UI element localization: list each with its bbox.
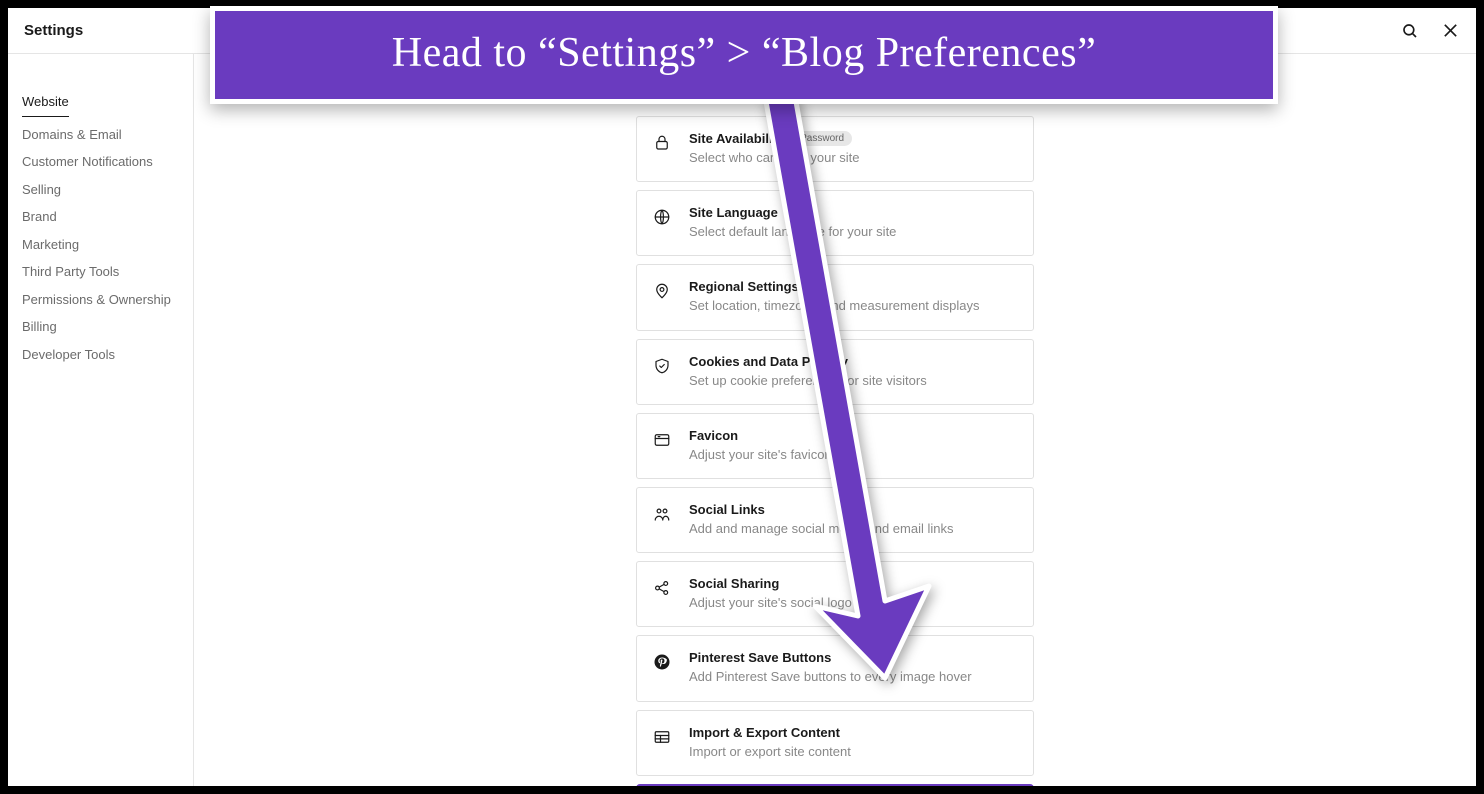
card-title-text: Cookies and Data Privacy (689, 354, 848, 369)
status-badge: Password (792, 131, 852, 146)
card-description: Adjust your site's social logo (689, 594, 1017, 612)
page-title: Settings (24, 22, 83, 39)
sidebar: Website Domains & Email Customer Notific… (8, 54, 194, 786)
search-icon[interactable] (1400, 21, 1420, 41)
card-title-text: Site Language (689, 205, 778, 220)
card-title-text: Regional Settings (689, 279, 799, 294)
card-title: Regional Settings (689, 279, 1017, 294)
table-icon (651, 726, 673, 748)
settings-card-regional-settings[interactable]: Regional Settings Set location, timezone,… (636, 264, 1034, 330)
card-title-text: Favicon (689, 428, 738, 443)
card-title-text: Social Links (689, 502, 765, 517)
favicon-icon (651, 429, 673, 451)
settings-card-site-language[interactable]: Site Language Select default language for… (636, 190, 1034, 256)
settings-card-favicon[interactable]: Favicon Adjust your site's favicon (636, 413, 1034, 479)
card-title: Site Language (689, 205, 1017, 220)
sidebar-item-website[interactable]: Website (22, 88, 69, 117)
card-title: Favicon (689, 428, 1017, 443)
card-description: Select who can view your site (689, 149, 1017, 167)
settings-card-blog-preferences[interactable]: Blog PreferencesManage tags, RSS, and ot… (636, 784, 1034, 786)
card-description: Add and manage social media and email li… (689, 520, 1017, 538)
sidebar-item-domains[interactable]: Domains & Email (22, 121, 193, 149)
card-title-text: Site Availability (689, 131, 784, 146)
card-title-text: Import & Export Content (689, 725, 840, 740)
social-icon (651, 503, 673, 525)
sidebar-item-marketing[interactable]: Marketing (22, 231, 193, 259)
sidebar-item-selling[interactable]: Selling (22, 176, 193, 204)
annotation-callout: Head to “Settings” > “Blog Preferences” (210, 6, 1278, 104)
pin-icon (651, 280, 673, 302)
card-title: Social Links (689, 502, 1017, 517)
main-content: Site Availability Password Select who can … (194, 54, 1476, 786)
sidebar-item-thirdparty[interactable]: Third Party Tools (22, 258, 193, 286)
card-description: Set location, timezone, and measurement … (689, 297, 1017, 315)
sidebar-item-notifications[interactable]: Customer Notifications (22, 148, 193, 176)
card-title: Cookies and Data Privacy (689, 354, 1017, 369)
settings-card-social-links[interactable]: Social Links Add and manage social media … (636, 487, 1034, 553)
shield-icon (651, 355, 673, 377)
sidebar-item-developer[interactable]: Developer Tools (22, 341, 193, 369)
lock-icon (651, 132, 673, 154)
card-title: Pinterest Save Buttons (689, 650, 1017, 665)
pinterest-icon (651, 651, 673, 673)
card-description: Select default language for your site (689, 223, 1017, 241)
globe-icon (651, 206, 673, 228)
card-description: Add Pinterest Save buttons to every imag… (689, 668, 1017, 686)
share-icon (651, 577, 673, 599)
sidebar-item-brand[interactable]: Brand (22, 203, 193, 231)
settings-card-site-availability[interactable]: Site Availability Password Select who can … (636, 116, 1034, 182)
card-description: Set up cookie preferences for site visit… (689, 372, 1017, 390)
settings-card-social-sharing[interactable]: Social Sharing Adjust your site's social … (636, 561, 1034, 627)
settings-card-import-export-content[interactable]: Import & Export Content Import or export … (636, 710, 1034, 776)
sidebar-item-permissions[interactable]: Permissions & Ownership (22, 286, 193, 314)
card-description: Import or export site content (689, 743, 1017, 761)
card-title: Import & Export Content (689, 725, 1017, 740)
settings-card-cookies-and-data-privacy[interactable]: Cookies and Data Privacy Set up cookie pr… (636, 339, 1034, 405)
card-title: Social Sharing (689, 576, 1017, 591)
card-description: Adjust your site's favicon (689, 446, 1017, 464)
settings-card-pinterest-save-buttons[interactable]: Pinterest Save Buttons Add Pinterest Save… (636, 635, 1034, 701)
close-icon[interactable] (1440, 21, 1460, 41)
card-title-text: Social Sharing (689, 576, 779, 591)
card-title: Site Availability Password (689, 131, 1017, 146)
sidebar-item-billing[interactable]: Billing (22, 313, 193, 341)
card-title-text: Pinterest Save Buttons (689, 650, 831, 665)
